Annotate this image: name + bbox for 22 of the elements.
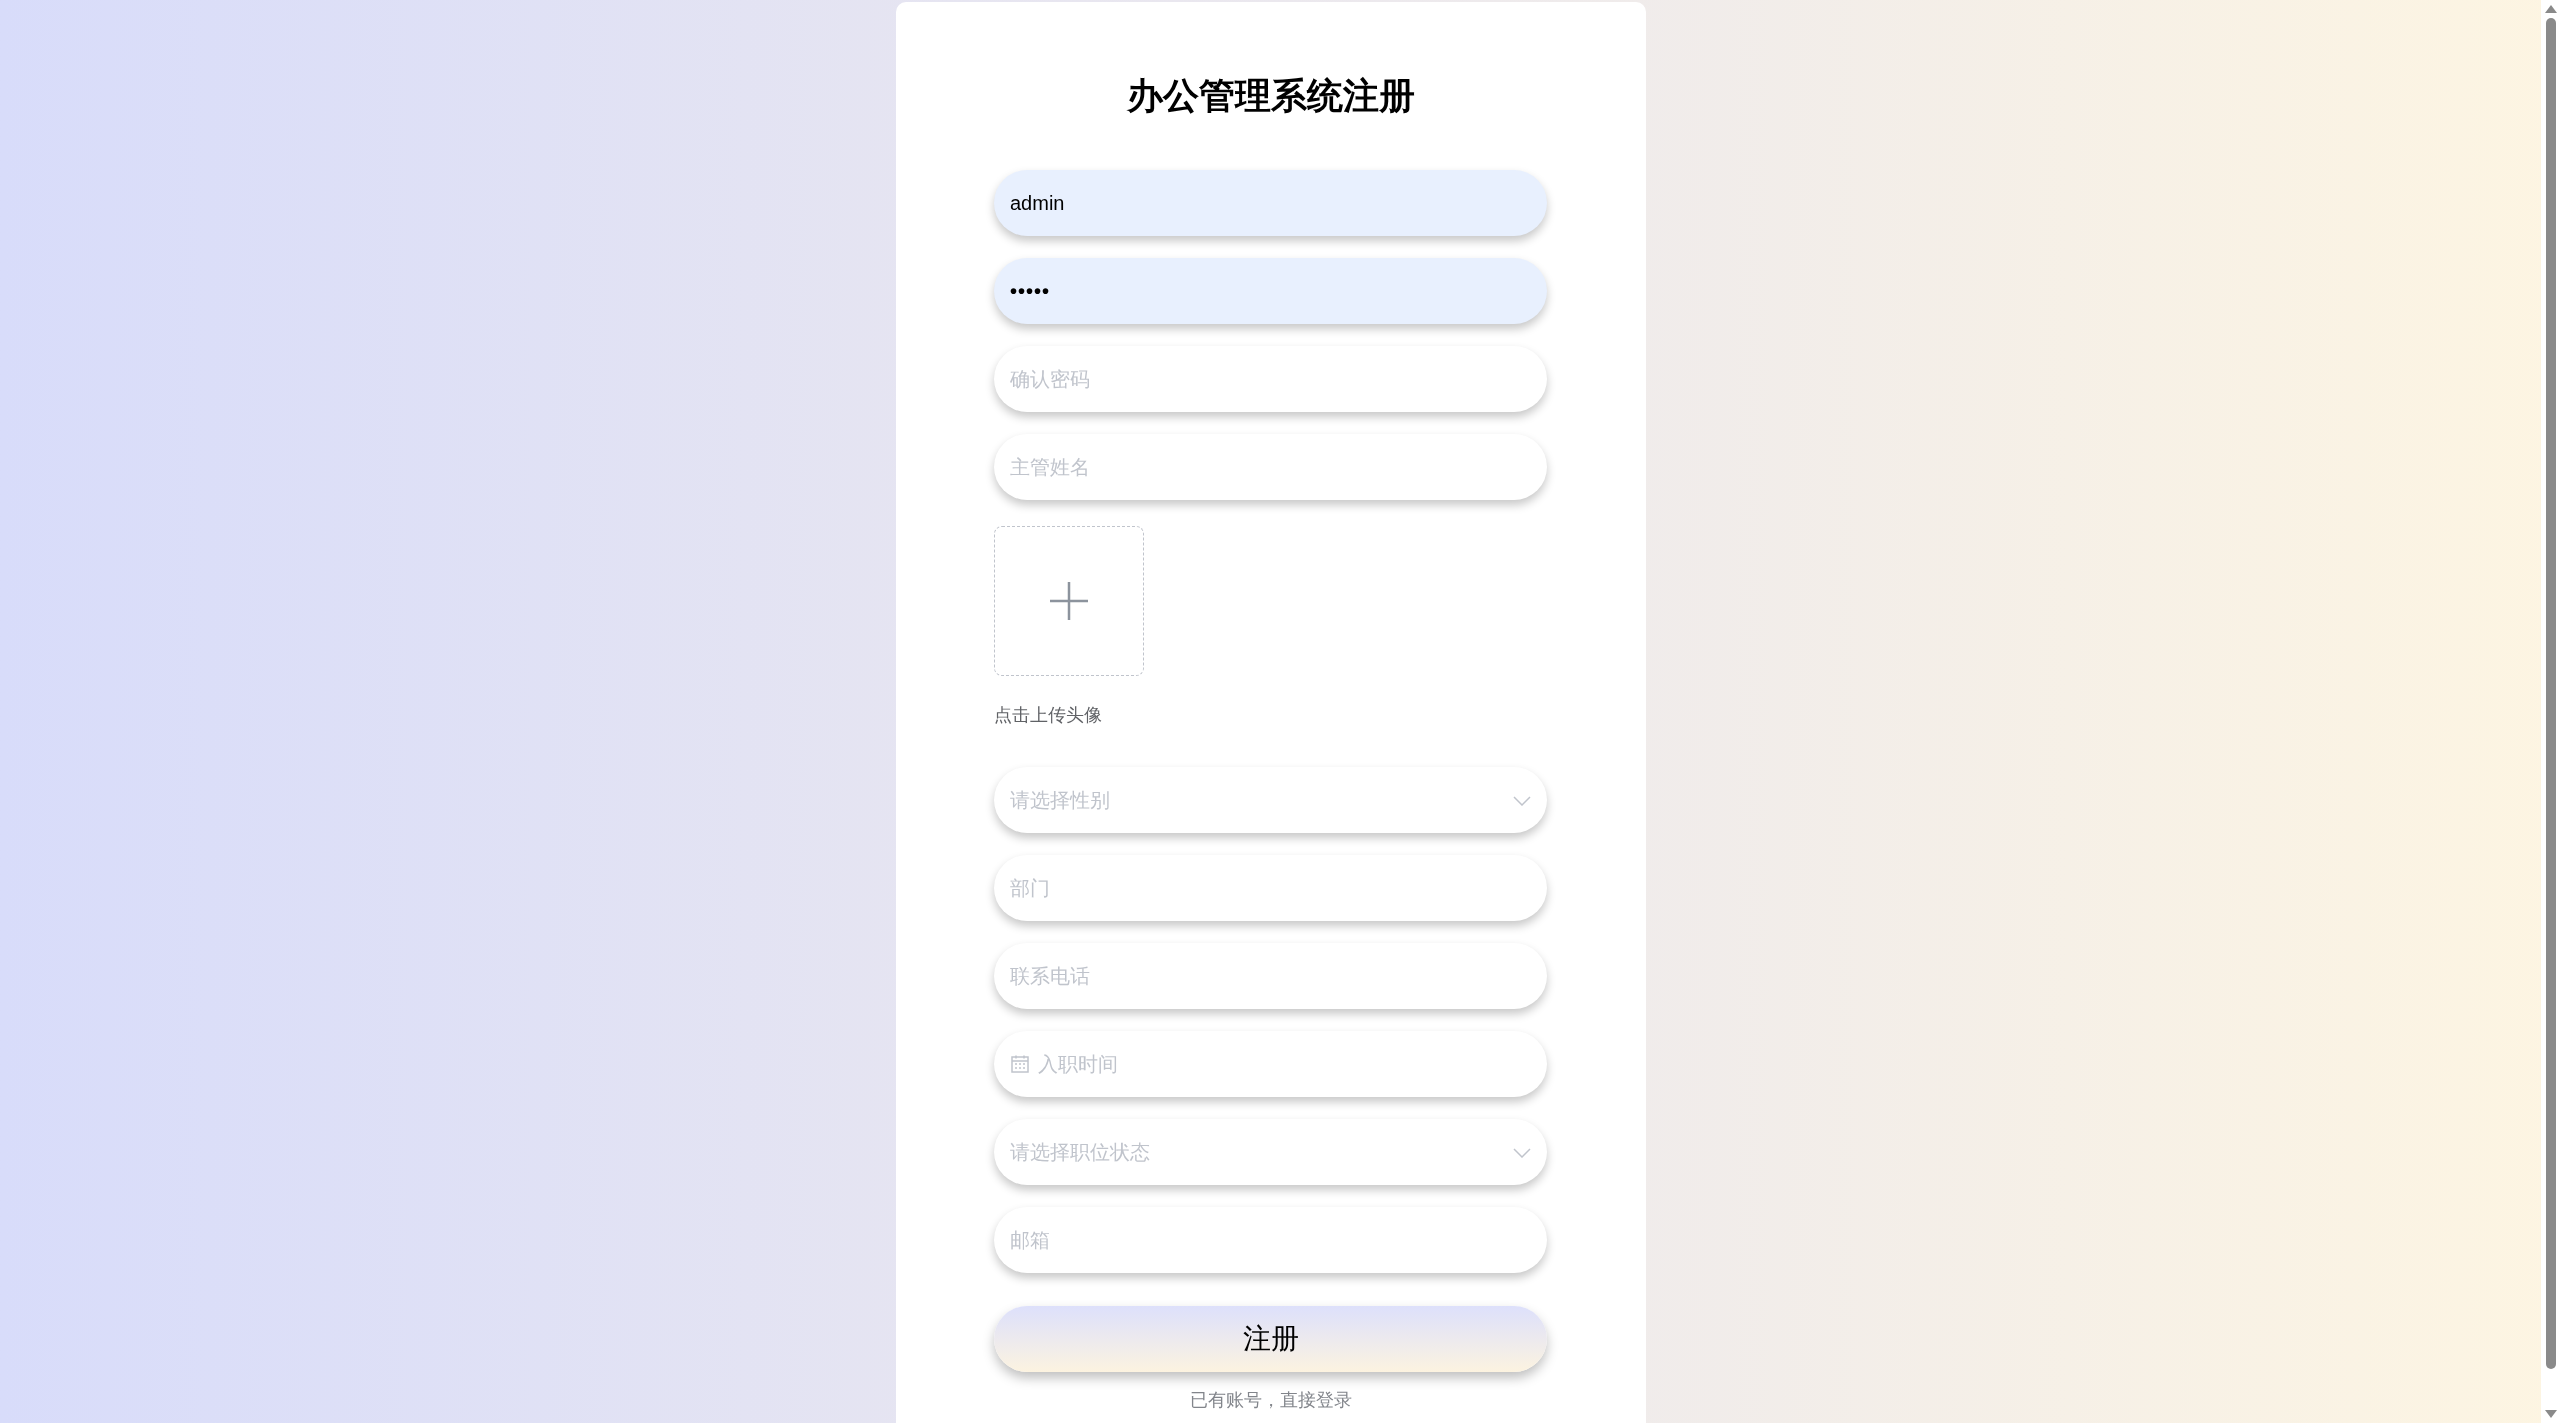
- scrollbar[interactable]: [2541, 0, 2561, 1423]
- text-field[interactable]: 主管姓名: [994, 434, 1547, 500]
- select-field[interactable]: 请选择性别: [994, 767, 1547, 833]
- chevron-down-icon: [1513, 1148, 1531, 1158]
- password-field[interactable]: •••••: [994, 258, 1547, 324]
- text-field[interactable]: 确认密码: [994, 346, 1547, 412]
- page-title: 办公管理系统注册: [1126, 74, 1415, 118]
- upload-label: 点击上传头像: [994, 704, 1102, 727]
- calendar-icon: [1011, 1055, 1029, 1073]
- text-field[interactable]: 邮箱: [994, 1207, 1547, 1273]
- register-button[interactable]: 注册: [994, 1306, 1547, 1372]
- scroll-up-icon[interactable]: [2544, 4, 2558, 14]
- text-field[interactable]: 部门: [994, 855, 1547, 921]
- scrollbar-thumb[interactable]: [2546, 18, 2556, 1369]
- text-field[interactable]: admin: [994, 170, 1547, 236]
- text-field[interactable]: 联系电话: [994, 943, 1547, 1009]
- login-link[interactable]: 已有账号，直接登录: [1189, 1388, 1352, 1412]
- plus-icon: [1049, 581, 1089, 621]
- scroll-down-icon[interactable]: [2544, 1409, 2558, 1419]
- select-field[interactable]: 请选择职位状态: [994, 1119, 1547, 1185]
- chevron-down-icon: [1513, 796, 1531, 806]
- date-field[interactable]: 入职时间: [994, 1031, 1547, 1097]
